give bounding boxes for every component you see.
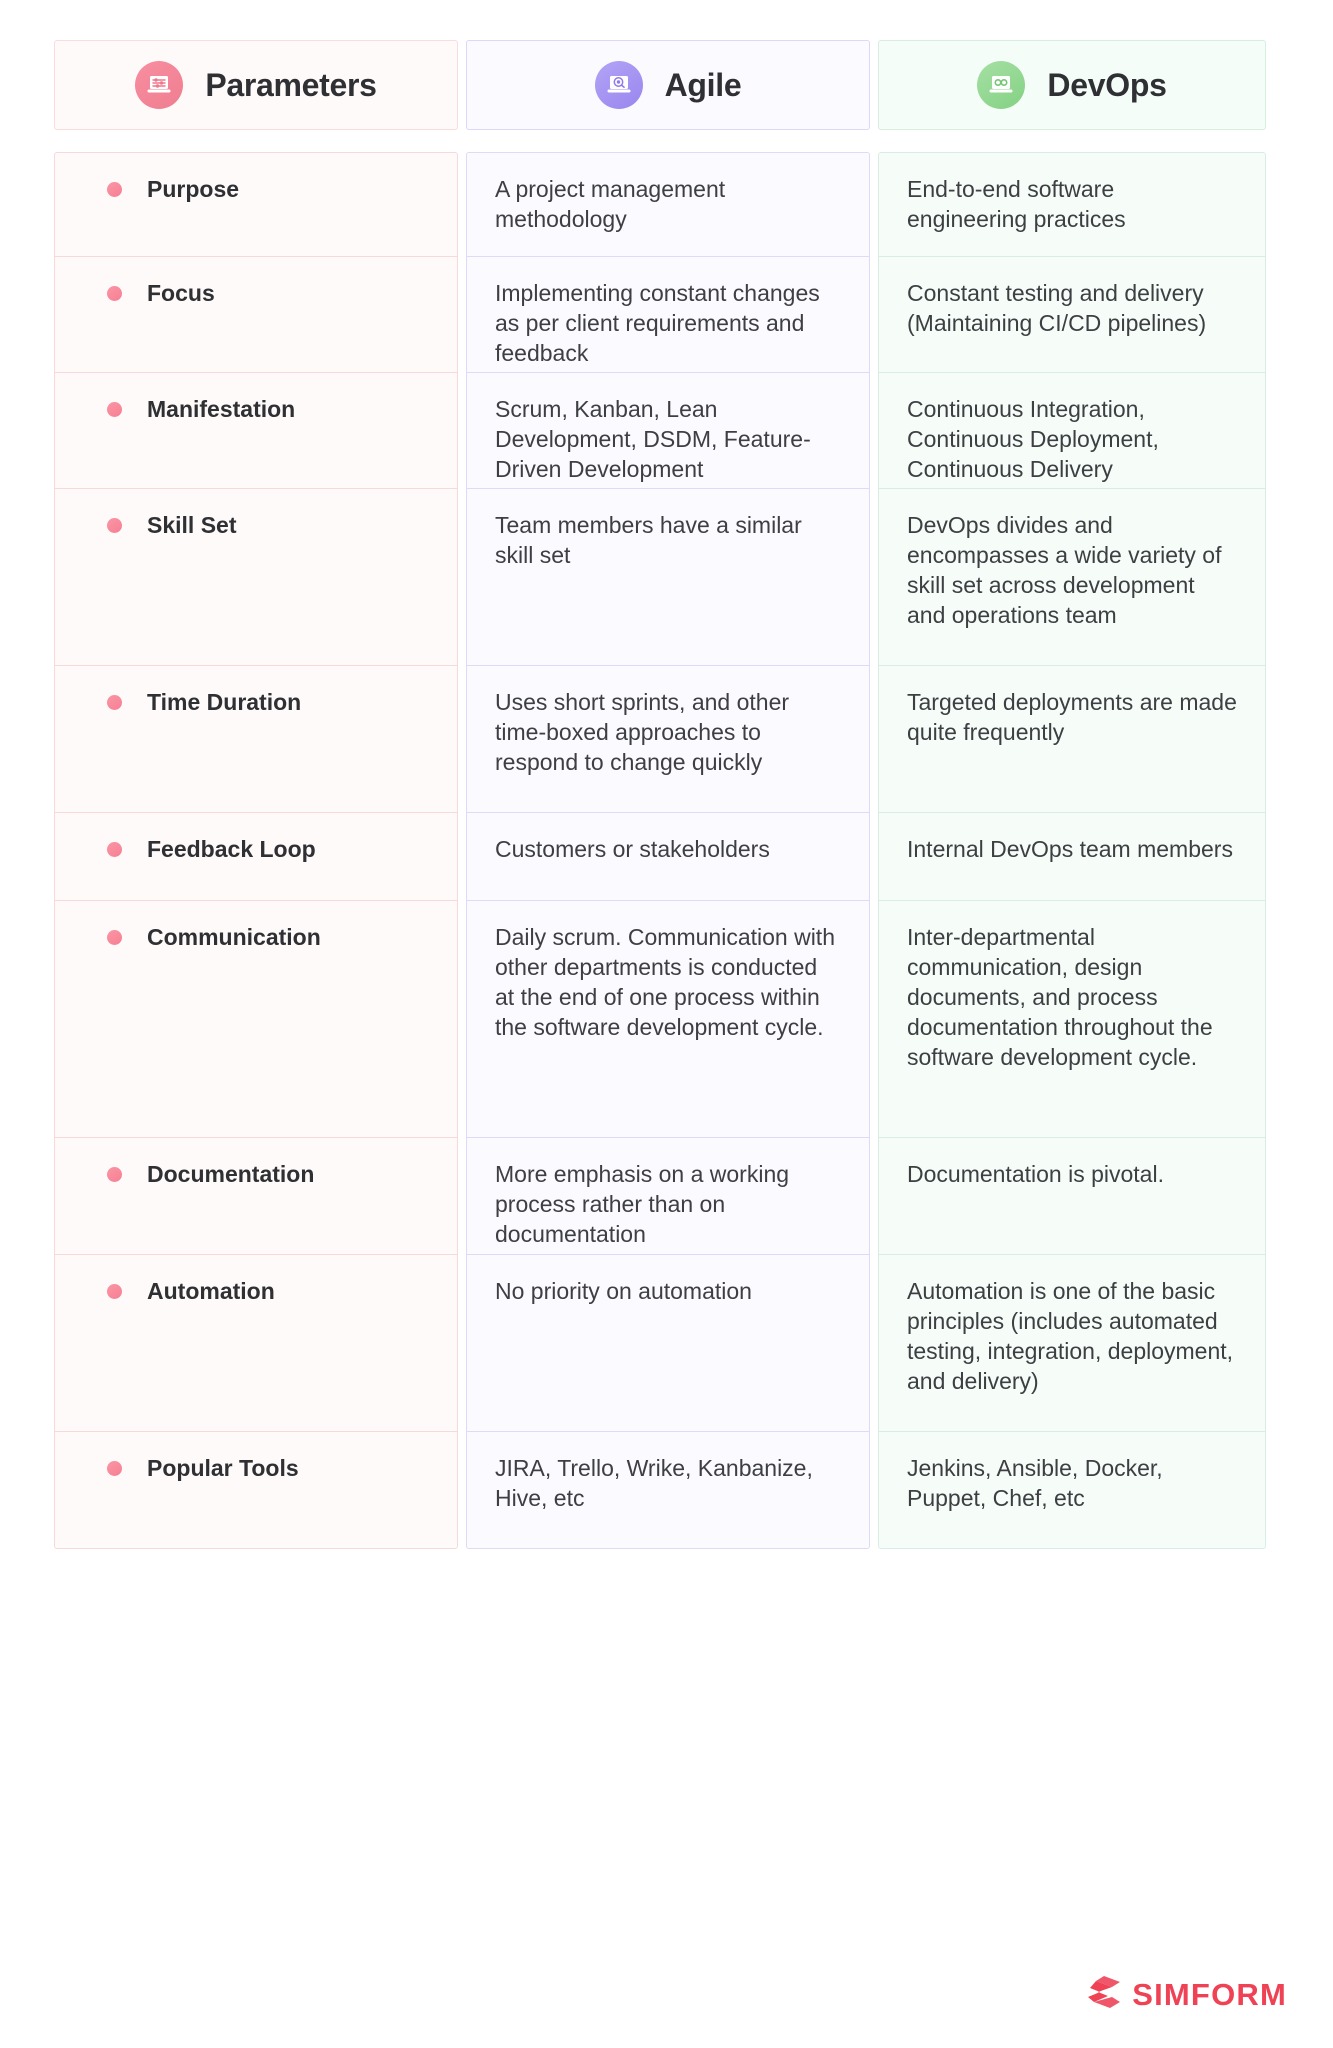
column-header-title: DevOps (1047, 66, 1167, 103)
column-gap (458, 40, 466, 130)
bullet-icon (107, 286, 122, 301)
agile-cell-text: Scrum, Kanban, Lean Development, DSDM, F… (495, 396, 811, 482)
agile-cell-text: Uses short sprints, and other time-boxed… (495, 689, 790, 775)
column-header-agile: Agile (466, 40, 870, 130)
parameter-row-label: Documentation (55, 1138, 457, 1255)
column-gap (458, 130, 466, 1549)
bullet-icon (107, 182, 122, 197)
parameters-column: Purpose Focus Manifestation Skill Set Time D… (54, 152, 458, 1549)
agile-cell: JIRA, Trello, Wrike, Kanbanize, Hive, et… (467, 1432, 869, 1548)
column-header-parameters: Parameters (54, 40, 458, 130)
agile-cell: Implementing constant changes as per cli… (467, 257, 869, 373)
comparison-table: Parameters Agile DevOps Purpose Focus Ma… (54, 40, 1266, 1549)
devops-cell-text: DevOps divides and encompasses a wide va… (907, 512, 1222, 628)
search-laptop-icon (594, 61, 643, 109)
parameter-label-text: Communication (147, 924, 321, 950)
agile-cell-text: Daily scrum. Communication with other de… (495, 924, 835, 1040)
agile-cell-text: A project management methodology (495, 176, 726, 232)
parameter-row-label: Skill Set (55, 489, 457, 666)
devops-cell-text: Constant testing and delivery (Maintaini… (907, 280, 1207, 336)
bullet-icon (107, 930, 122, 945)
devops-cell: DevOps divides and encompasses a wide va… (879, 489, 1265, 666)
devops-cell: End-to-end software engineering practice… (879, 153, 1265, 257)
parameter-label-text: Feedback Loop (147, 836, 316, 862)
devops-column: End-to-end software engineering practice… (878, 152, 1266, 1549)
parameter-row-label: Feedback Loop (55, 813, 457, 901)
agile-cell: Uses short sprints, and other time-boxed… (467, 666, 869, 813)
devops-cell-text: Internal DevOps team members (907, 836, 1233, 862)
agile-cell-text: More emphasis on a working process rathe… (495, 1161, 790, 1247)
devops-cell: Continuous Integration, Continuous Deplo… (879, 373, 1265, 489)
devops-cell: Targeted deployments are made quite freq… (879, 666, 1265, 813)
bullet-icon (107, 1167, 122, 1182)
devops-cell: Jenkins, Ansible, Docker, Puppet, Chef, … (879, 1432, 1265, 1548)
parameter-label-text: Time Duration (147, 689, 302, 715)
simform-wordmark: SIMFORM (1132, 1976, 1287, 2012)
devops-cell-text: Targeted deployments are made quite freq… (907, 689, 1237, 745)
agile-cell: Daily scrum. Communication with other de… (467, 901, 869, 1138)
agile-cell: Customers or stakeholders (467, 813, 869, 901)
bullet-icon (107, 695, 122, 710)
agile-cell-text: JIRA, Trello, Wrike, Kanbanize, Hive, et… (495, 1455, 813, 1511)
agile-cell: Team members have a similar skill set (467, 489, 869, 666)
parameter-row-label: Purpose (55, 153, 457, 257)
devops-cell: Inter-departmental communication, design… (879, 901, 1265, 1138)
comparison-table-page: Parameters Agile DevOps Purpose Focus Ma… (0, 0, 1333, 2048)
parameter-row-label: Manifestation (55, 373, 457, 489)
parameter-label-text: Focus (147, 280, 215, 306)
agile-cell-text: Implementing constant changes as per cli… (495, 280, 820, 366)
devops-cell-text: Documentation is pivotal. (907, 1161, 1164, 1187)
parameter-row-label: Popular Tools (55, 1432, 457, 1548)
parameter-label-text: Documentation (147, 1161, 315, 1187)
agile-column: A project management methodology Implemen… (466, 152, 870, 1549)
devops-cell: Automation is one of the basic principle… (879, 1255, 1265, 1432)
devops-cell-text: Jenkins, Ansible, Docker, Puppet, Chef, … (907, 1455, 1163, 1511)
devops-cell: Documentation is pivotal. (879, 1138, 1265, 1255)
column-gap (870, 40, 878, 130)
simform-logo: SIMFORM (1086, 1975, 1287, 2014)
devops-cell-text: Continuous Integration, Continuous Deplo… (907, 396, 1159, 482)
bullet-icon (107, 402, 122, 417)
parameter-label-text: Manifestation (147, 396, 296, 422)
devops-cell-text: Inter-departmental communication, design… (907, 924, 1213, 1070)
parameter-label-text: Popular Tools (147, 1455, 299, 1481)
devops-cell: Constant testing and delivery (Maintaini… (879, 257, 1265, 373)
parameter-label-text: Automation (147, 1278, 275, 1304)
parameter-row-label: Communication (55, 901, 457, 1138)
parameter-label-text: Purpose (147, 176, 240, 202)
parameter-row-label: Automation (55, 1255, 457, 1432)
infinity-laptop-icon (977, 61, 1026, 109)
agile-cell: No priority on automation (467, 1255, 869, 1432)
devops-cell: Internal DevOps team members (879, 813, 1265, 901)
devops-cell-text: Automation is one of the basic principle… (907, 1278, 1234, 1394)
agile-cell: More emphasis on a working process rathe… (467, 1138, 869, 1255)
parameter-row-label: Focus (55, 257, 457, 373)
column-header-title: Parameters (205, 66, 377, 103)
simform-mark-icon (1086, 1975, 1122, 2014)
column-header-title: Agile (664, 66, 742, 103)
parameter-row-label: Time Duration (55, 666, 457, 813)
column-header-devops: DevOps (878, 40, 1266, 130)
bullet-icon (107, 1461, 122, 1476)
agile-cell: Scrum, Kanban, Lean Development, DSDM, F… (467, 373, 869, 489)
agile-cell-text: Customers or stakeholders (495, 836, 770, 862)
settings-laptop-icon (135, 61, 184, 109)
bullet-icon (107, 1284, 122, 1299)
agile-cell: A project management methodology (467, 153, 869, 257)
column-gap (870, 130, 878, 1549)
bullet-icon (107, 518, 122, 533)
agile-cell-text: Team members have a similar skill set (495, 512, 802, 568)
agile-cell-text: No priority on automation (495, 1278, 752, 1304)
bullet-icon (107, 842, 122, 857)
devops-cell-text: End-to-end software engineering practice… (907, 176, 1126, 232)
parameter-label-text: Skill Set (147, 512, 237, 538)
